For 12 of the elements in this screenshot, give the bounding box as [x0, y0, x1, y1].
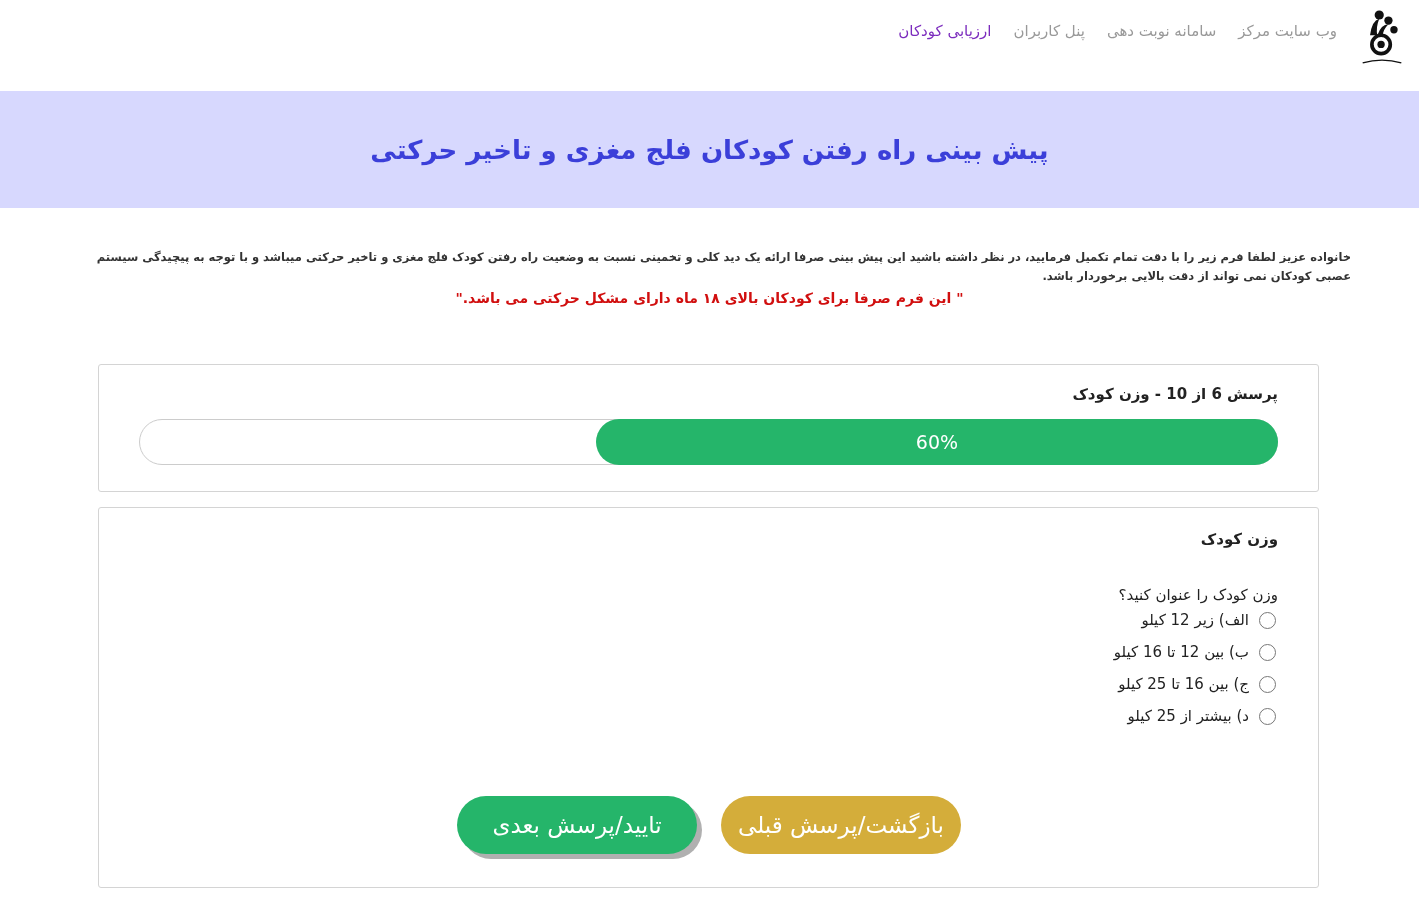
option-label[interactable]: الف) زیر 12 کیلو: [1141, 611, 1249, 629]
notice-text: " این فرم صرفا برای کودکان بالای ۱۸ ماه دارای مشکل حرکتی می باشد.": [454, 290, 965, 306]
option-label[interactable]: ج) بین 16 تا 25 کیلو: [1118, 675, 1249, 693]
nav-link[interactable]: ارزیابی کودکان: [898, 22, 992, 40]
question-prompt: وزن کودک را عنوان کنید؟: [1117, 586, 1278, 604]
option-label[interactable]: ب) بین 12 تا 16 کیلو: [1113, 643, 1249, 661]
intro-paragraph: خانواده عزیز لطفا فرم زیر را با دقت تمام تکمیل فرمایید، در نظر داشته باشید این پیش بینی صرفا ارائه یک دید کلی و تخمینی نسبت به وضعیت راه رفتن کودک فلج مغزی و تاخیر حرکتی میباشد و با توجه به پیچیدگی سیستم عصبی کودکان نمی تواند از دقت بالایی برخوردار باشد.: [95, 249, 1351, 286]
question-counter: پرسش 6 از 10 - وزن کودک: [1071, 385, 1278, 403]
question-heading: وزن کودک: [1199, 530, 1278, 548]
page-title: پیش بینی راه رفتن کودکان فلج مغزی و تاخیر حرکتی: [370, 134, 1049, 165]
option-label[interactable]: د) بیشتر از 25 کیلو: [1127, 707, 1249, 725]
progress-fill: 60%: [595, 419, 1278, 465]
